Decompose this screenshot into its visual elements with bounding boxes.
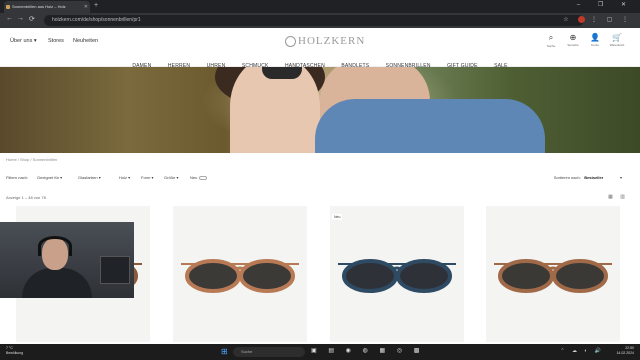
site-header: Über uns ▾ Stores Neuheiten HOLZKERN ⌕ Su… <box>0 28 640 54</box>
browser-tabbar: Sonnenbrillen aus Holz – Holz ✕ + – ❐ ✕ <box>0 0 640 13</box>
new-badge: Neu <box>332 214 343 220</box>
glasses-shape <box>181 259 299 293</box>
windows-start-icon[interactable]: ⊞ <box>221 347 228 356</box>
hero-shirt <box>315 99 545 153</box>
nav-link-stores[interactable]: Stores <box>48 38 64 44</box>
taskbar-search[interactable]: Suche <box>233 347 305 357</box>
address-bar[interactable]: holzkern.com/de/shop/sonnenbrillen/pr1 <box>44 15 584 26</box>
browser-toolbar: ← → ⟳ holzkern.com/de/shop/sonnenbrillen… <box>0 13 640 28</box>
toggle-switch[interactable] <box>199 175 208 180</box>
user-icon[interactable]: 👤 Konto <box>586 33 604 47</box>
tab-title: Sonnenbrillen aus Holz – Holz <box>12 4 66 9</box>
filter-shape[interactable]: Form ▾ <box>141 175 153 180</box>
headset-icon <box>38 236 72 256</box>
forward-button[interactable]: → <box>17 15 24 22</box>
webcam-overlay <box>0 222 134 298</box>
glasses-bridge <box>234 266 246 272</box>
right-lens <box>239 259 295 293</box>
glasses-shape <box>338 259 456 293</box>
glasses-shape <box>494 259 612 293</box>
windows-taskbar: 7 °C Bewölkung ⊞ Suche ▣ ▤ ◉ ◍ ▦ ◎ ▩ ⌃ ☁ … <box>0 344 640 360</box>
filter-bar: Filtern nach: Geeignet für ▾ Glasfarben … <box>6 175 634 183</box>
right-lens <box>396 259 452 293</box>
product-card[interactable] <box>486 206 620 342</box>
new-tab-button[interactable]: + <box>94 2 98 9</box>
filter-wood[interactable]: Holz ▾ <box>119 175 130 180</box>
filter-suitable-for[interactable]: Geeignet für ▾ <box>37 175 62 180</box>
extension-icons[interactable]: ☆ ⋮ ▢ ⋮ <box>563 16 632 23</box>
filter-size[interactable]: Größe ▾ <box>164 175 178 180</box>
favicon-icon <box>6 5 10 9</box>
nav-link-about[interactable]: Über uns ▾ <box>10 38 37 44</box>
glasses-bridge <box>547 266 559 272</box>
system-tray-icons[interactable]: ⌃ ☁ ◐ 🔊 <box>560 348 604 354</box>
clock[interactable]: 22:50 14.02.2024 <box>616 346 634 356</box>
result-count: Anzeige 1 – 48 von 78 <box>6 195 46 200</box>
hero-sunglasses <box>262 67 302 79</box>
left-lens <box>342 259 398 293</box>
sunglasses-image <box>494 259 612 293</box>
breadcrumb[interactable]: Home / Shop / Sonnenbrillen <box>6 157 57 162</box>
sunglasses-image <box>181 259 299 293</box>
search-icon[interactable]: ⌕ Suche <box>542 33 560 48</box>
glasses-bridge <box>391 266 403 272</box>
filter-new-toggle[interactable]: Neu <box>190 175 208 180</box>
browser-tab[interactable]: Sonnenbrillen aus Holz – Holz ✕ <box>4 1 90 13</box>
sort-dropdown[interactable]: Sortieren nach: Bestseller ▾ <box>554 175 622 180</box>
logo-mark-icon <box>285 35 296 47</box>
holzkern-logo[interactable]: HOLZKERN <box>285 34 365 48</box>
back-button[interactable]: ← <box>6 15 13 22</box>
weather-widget[interactable]: 7 °C Bewölkung <box>6 346 23 356</box>
window-controls[interactable]: – ❐ ✕ <box>577 1 634 8</box>
profile-icon[interactable] <box>578 16 586 23</box>
close-tab-icon[interactable]: ✕ <box>84 1 88 13</box>
webcam-monitor <box>100 256 130 284</box>
left-lens <box>498 259 554 293</box>
globe-icon[interactable]: ⊕ Sprache <box>564 33 582 47</box>
product-card[interactable] <box>173 206 307 342</box>
product-card[interactable]: Neu <box>330 206 464 342</box>
hero-person-woman <box>230 67 320 153</box>
right-lens <box>552 259 608 293</box>
nav-link-new[interactable]: Neuheiten <box>73 38 98 44</box>
grid-view-toggle[interactable]: ▦ ▥ <box>608 194 628 200</box>
filter-lens-colors[interactable]: Glasfarben ▾ <box>78 175 101 180</box>
cart-icon[interactable]: 🛒 Warenkorb <box>608 33 626 47</box>
reload-button[interactable]: ⟳ <box>29 15 35 23</box>
hero-banner-image <box>0 67 640 153</box>
sunglasses-image <box>338 259 456 293</box>
main-navigation: DAMEN HERREN UHREN SCHMUCK HANDTASCHEN B… <box>0 54 640 69</box>
left-lens <box>185 259 241 293</box>
filter-label: Filtern nach: <box>6 175 29 180</box>
taskbar-apps[interactable]: ▣ ▤ ◉ ◍ ▦ ◎ ▩ <box>311 347 424 354</box>
